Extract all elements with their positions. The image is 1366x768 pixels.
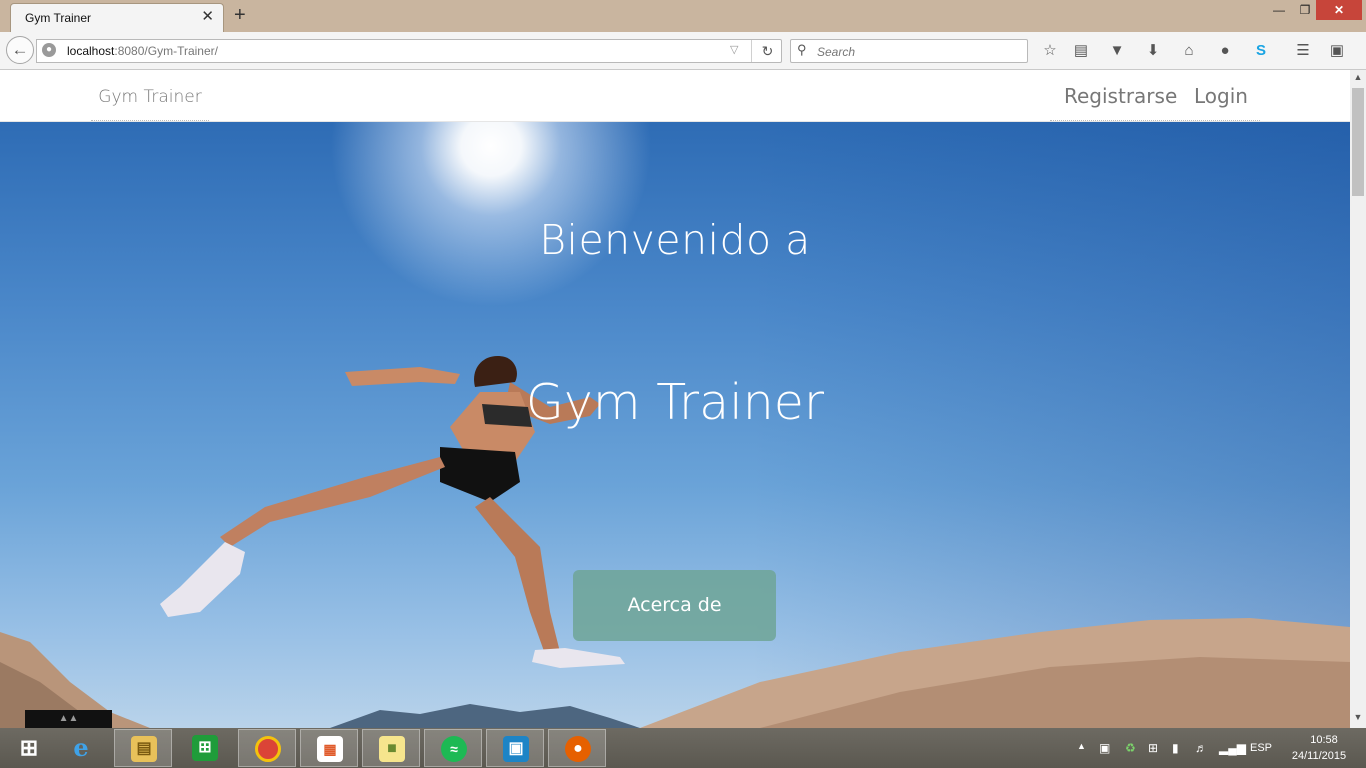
clock-date[interactable]: 24/11/2015: [1287, 750, 1351, 762]
search-bar[interactable]: ⚲ Search: [790, 39, 1028, 63]
taskbar-internet-explorer[interactable]: e: [52, 729, 110, 767]
windows-store-icon: ⊞: [192, 735, 218, 761]
corner-overlay-widget[interactable]: ▲▲: [25, 710, 112, 728]
url-path: :8080/Gym-Trainer/: [114, 44, 218, 58]
tray-recycle-icon[interactable]: ♻: [1125, 741, 1136, 755]
chat-icon[interactable]: ●: [1214, 41, 1236, 61]
taskbar-firefox[interactable]: ●: [548, 729, 606, 767]
apps-grid-icon: ▦: [317, 736, 343, 762]
back-arrow-icon: ←: [11, 40, 29, 59]
scroll-up-icon[interactable]: ▲: [1350, 72, 1366, 86]
taskbar-windows-store[interactable]: ⊞: [176, 729, 234, 767]
start-button[interactable]: ⊞: [0, 729, 58, 767]
tab-close-icon[interactable]: ✕: [201, 8, 214, 26]
tray-show-hidden-icon[interactable]: ▲: [1077, 741, 1086, 751]
clock-time[interactable]: 10:58: [1300, 734, 1348, 746]
reading-list-icon[interactable]: ▤: [1070, 41, 1092, 61]
url-history-dropdown-icon[interactable]: ▽: [730, 43, 738, 56]
scroll-down-icon[interactable]: ▼: [1350, 712, 1366, 726]
url-host: localhost: [67, 44, 115, 58]
spotify-icon: ≈: [441, 736, 467, 762]
browser-toolbar: ← ● localhost:8080/Gym-Trainer/ ▽ ↻ ⚲ Se…: [0, 32, 1366, 70]
login-link[interactable]: Login: [1194, 84, 1248, 108]
new-tab-button[interactable]: +: [234, 4, 246, 26]
close-window-button[interactable]: ✕: [1316, 0, 1362, 20]
about-button[interactable]: Acerca de: [573, 570, 776, 641]
search-icon: ⚲: [797, 42, 807, 57]
site-brand-link[interactable]: Gym Trainer: [91, 70, 209, 121]
tray-windows-icon[interactable]: ⊞: [1148, 741, 1158, 755]
bookmark-star-icon[interactable]: ☆: [1039, 41, 1061, 61]
taskbar-apps[interactable]: ▦: [300, 729, 358, 767]
back-button[interactable]: ←: [6, 36, 34, 64]
download-icon[interactable]: ⬇: [1142, 41, 1164, 61]
chrome-icon: [255, 736, 281, 762]
window-titlebar: Gym Trainer ✕ + — ❐ ✕: [0, 0, 1366, 32]
tray-network-adapter-icon[interactable]: ▣: [1099, 741, 1110, 755]
scrollbar-thumb[interactable]: [1352, 88, 1364, 196]
taskbar-sticky-notes[interactable]: ■: [362, 729, 420, 767]
file-explorer-icon: ▤: [131, 736, 157, 762]
firefox-icon: ●: [565, 736, 591, 762]
windows-logo-icon: ⊞: [19, 735, 39, 760]
extension-icon[interactable]: ▣: [1326, 41, 1348, 61]
ide-icon: ▣: [503, 736, 529, 762]
home-icon[interactable]: ⌂: [1178, 41, 1200, 61]
tray-battery-icon[interactable]: ▮: [1172, 741, 1179, 755]
menu-icon[interactable]: ☰: [1292, 41, 1314, 61]
taskbar-spotify[interactable]: ≈: [424, 729, 482, 767]
page-scrollbar[interactable]: ▲ ▼: [1350, 70, 1366, 728]
tray-volume-icon[interactable]: ♬: [1195, 741, 1207, 755]
hero-title-welcome: Bienvenido a: [539, 216, 811, 264]
register-link[interactable]: Registrarse: [1064, 84, 1177, 108]
taskbar-chrome[interactable]: [238, 729, 296, 767]
web-page: Gym Trainer Registrarse Login Bienvenido…: [0, 70, 1350, 728]
taskbar-ide[interactable]: ▣: [486, 729, 544, 767]
hero-title-app-name: Gym Trainer: [525, 374, 825, 431]
browser-tab[interactable]: Gym Trainer ✕: [10, 3, 224, 32]
internet-explorer-icon: e: [73, 733, 89, 762]
hero-section: Bienvenido a Gym Trainer Acerca de: [0, 122, 1350, 728]
skype-icon[interactable]: S: [1250, 41, 1272, 61]
address-bar[interactable]: ● localhost:8080/Gym-Trainer/ ▽ ↻: [36, 39, 782, 63]
tray-signal-icon[interactable]: ▂▄▆: [1219, 741, 1246, 755]
runner-image: [160, 356, 625, 668]
url-text[interactable]: localhost:8080/Gym-Trainer/: [67, 44, 218, 58]
taskbar-file-explorer[interactable]: ▤: [114, 729, 172, 767]
pocket-icon[interactable]: ▼: [1106, 41, 1128, 61]
sticky-notes-icon: ■: [379, 736, 405, 762]
taskbar: ⊞ e ▤ ⊞ ▦ ■ ≈ ▣ ● ▲ ▣ ♻ ⊞ ▮ ♬ ▂▄▆ ESP 10…: [0, 728, 1366, 768]
tab-title: Gym Trainer: [25, 11, 92, 25]
tray-language[interactable]: ESP: [1250, 742, 1272, 754]
site-navbar: Gym Trainer Registrarse Login: [0, 70, 1350, 122]
reload-icon[interactable]: ↻: [751, 40, 783, 62]
site-info-icon[interactable]: ●: [42, 43, 56, 57]
site-nav-links: Registrarse Login: [1050, 70, 1260, 121]
search-placeholder: Search: [817, 45, 856, 59]
